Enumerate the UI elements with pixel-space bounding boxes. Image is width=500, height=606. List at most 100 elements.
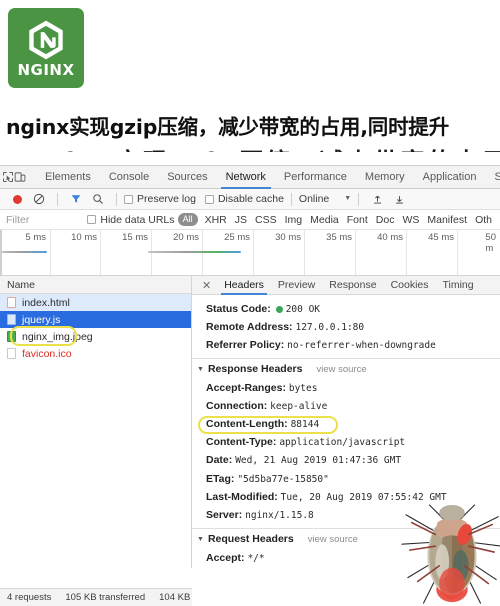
disable-cache-box: [204, 194, 214, 204]
tab-console[interactable]: Console: [100, 166, 158, 189]
tab-elements[interactable]: Elements: [36, 166, 100, 189]
tab-cookies[interactable]: Cookies: [384, 276, 436, 295]
cockroach-illustration-icon: [401, 504, 500, 604]
clear-icon[interactable]: [28, 189, 50, 209]
export-har-icon[interactable]: [388, 189, 410, 209]
overview-gridline: [50, 230, 51, 275]
search-icon[interactable]: [87, 189, 109, 209]
table-row[interactable]: jquery.js: [0, 311, 191, 328]
header-value: bytes: [288, 382, 318, 394]
header-accept-ranges: Accept-Ranges: bytes: [192, 379, 500, 397]
tab-security[interactable]: Security: [485, 166, 500, 189]
overview-tick: 45 ms: [428, 232, 454, 243]
tab-headers[interactable]: Headers: [217, 276, 271, 295]
tab-timing[interactable]: Timing: [436, 276, 481, 295]
preserve-log-label: Preserve log: [137, 193, 196, 205]
filter-type-doc[interactable]: Doc: [376, 214, 395, 226]
column-header-name[interactable]: Name: [0, 276, 191, 294]
filter-type-js[interactable]: JS: [235, 214, 247, 226]
filter-type-media[interactable]: Media: [310, 214, 339, 226]
request-list-pane: Name index.html jquery.js nginx_img.jpeg…: [0, 276, 192, 568]
filter-type-ws[interactable]: WS: [402, 214, 419, 226]
request-headers-title: Request Headers: [207, 533, 294, 546]
table-row[interactable]: index.html: [0, 294, 191, 311]
nginx-logo-wordmark: NGINX: [17, 61, 75, 79]
filter-type-img[interactable]: Img: [285, 214, 303, 226]
header-key: Content-Type:: [206, 436, 277, 449]
header-key: Last-Modified:: [206, 490, 278, 503]
response-view-source-link[interactable]: view source: [316, 364, 366, 375]
ico-file-icon: [7, 348, 16, 359]
status-transferred: 105 KB transferred: [65, 592, 146, 603]
nginx-logo: NGINX: [8, 8, 84, 88]
article-headline: nginx实现gzip压缩，减少带宽的占用,同时提升: [6, 115, 450, 139]
throttling-select[interactable]: Online ▼: [299, 193, 351, 205]
filter-type-font[interactable]: Font: [347, 214, 368, 226]
actionbar-divider-3: [290, 192, 292, 206]
inspect-element-icon[interactable]: [2, 167, 14, 187]
disable-cache-label: Disable cache: [217, 193, 284, 205]
response-headers-title: Response Headers: [207, 363, 303, 376]
header-key: Accept:: [206, 551, 245, 564]
header-referrer-policy: Referrer Policy: no-referrer-when-downgr…: [192, 336, 500, 354]
status-ok-dot-icon: [275, 305, 283, 313]
import-har-icon[interactable]: [366, 189, 388, 209]
request-view-source-link[interactable]: view source: [308, 534, 358, 545]
hide-data-urls-label: Hide data URLs: [100, 213, 175, 226]
device-toolbar-icon[interactable]: [14, 167, 26, 187]
actionbar-divider-1: [57, 192, 58, 206]
record-dot-icon[interactable]: [6, 189, 28, 209]
status-requests: 4 requests: [7, 592, 52, 603]
tab-sources[interactable]: Sources: [158, 166, 216, 189]
filter-type-all[interactable]: All: [177, 212, 198, 227]
response-headers-section-header[interactable]: ▼ Response Headers view source: [192, 358, 500, 379]
table-row[interactable]: nginx_img.jpeg: [0, 328, 191, 345]
tab-performance[interactable]: Performance: [275, 166, 356, 189]
header-value: 127.0.0.1:80: [295, 321, 365, 333]
filter-input[interactable]: Filter: [6, 214, 87, 226]
header-date: Date: Wed, 21 Aug 2019 01:47:36 GMT: [192, 452, 500, 470]
network-overview-timeline[interactable]: 5 ms 10 ms 15 ms 20 ms 25 ms 30 ms 35 ms…: [0, 230, 500, 276]
funnel-icon[interactable]: [65, 189, 87, 209]
request-name: favicon.ico: [22, 347, 72, 360]
disable-cache-checkbox[interactable]: Disable cache: [204, 193, 284, 205]
tab-preview[interactable]: Preview: [271, 276, 322, 295]
hide-data-urls-checkbox[interactable]: Hide data URLs: [87, 213, 175, 226]
devtools-tabstrip: Elements Console Sources Network Perform…: [0, 166, 500, 189]
header-connection: Connection: keep-alive: [192, 398, 500, 416]
filter-type-manifest[interactable]: Manifest: [427, 214, 467, 226]
header-value: nginx/1.15.8: [245, 509, 314, 521]
tab-application[interactable]: Application: [414, 166, 486, 189]
preserve-log-checkbox[interactable]: Preserve log: [124, 193, 196, 205]
header-etag: ETag: "5d5ba77e-15850": [192, 470, 500, 488]
filter-type-xhr[interactable]: XHR: [205, 214, 227, 226]
overview-tick: 50 m: [485, 232, 496, 254]
header-value: "5d5ba77e-15850": [237, 473, 329, 485]
chevron-down-icon: ▼: [344, 195, 352, 202]
status-resources: 104 KB: [159, 592, 191, 603]
header-key: ETag:: [206, 472, 235, 485]
network-action-bar: Preserve log Disable cache Online ▼: [0, 189, 500, 210]
header-status-code: Status Code: 200 OK: [192, 300, 500, 318]
tab-response[interactable]: Response: [322, 276, 383, 295]
overview-tick: 25 ms: [224, 232, 250, 243]
tab-memory[interactable]: Memory: [356, 166, 414, 189]
triangle-down-icon: ▼: [197, 365, 204, 373]
js-file-icon: [7, 314, 16, 325]
hide-data-urls-box: [87, 215, 97, 224]
overview-bar: [2, 251, 47, 253]
header-value: Tue, 20 Aug 2019 07:55:42 GMT: [280, 491, 447, 503]
overview-tick: 30 ms: [275, 232, 301, 243]
request-name: jquery.js: [22, 313, 61, 326]
table-row[interactable]: favicon.ico: [0, 345, 191, 362]
filter-type-other[interactable]: Oth: [475, 214, 492, 226]
close-icon[interactable]: ✕: [196, 279, 217, 292]
header-value: application/javascript: [279, 437, 406, 449]
tab-network[interactable]: Network: [217, 166, 275, 189]
screenshot-root: NGINX nginx实现gzip压缩，减少带宽的占用,同时提升 nginx实现…: [0, 0, 500, 606]
header-value: no-referrer-when-downgrade: [287, 339, 436, 351]
filter-type-css[interactable]: CSS: [255, 214, 277, 226]
overview-tick: 40 ms: [377, 232, 403, 243]
header-key: Server:: [206, 508, 243, 521]
header-value: Wed, 21 Aug 2019 01:47:36 GMT: [235, 455, 402, 467]
